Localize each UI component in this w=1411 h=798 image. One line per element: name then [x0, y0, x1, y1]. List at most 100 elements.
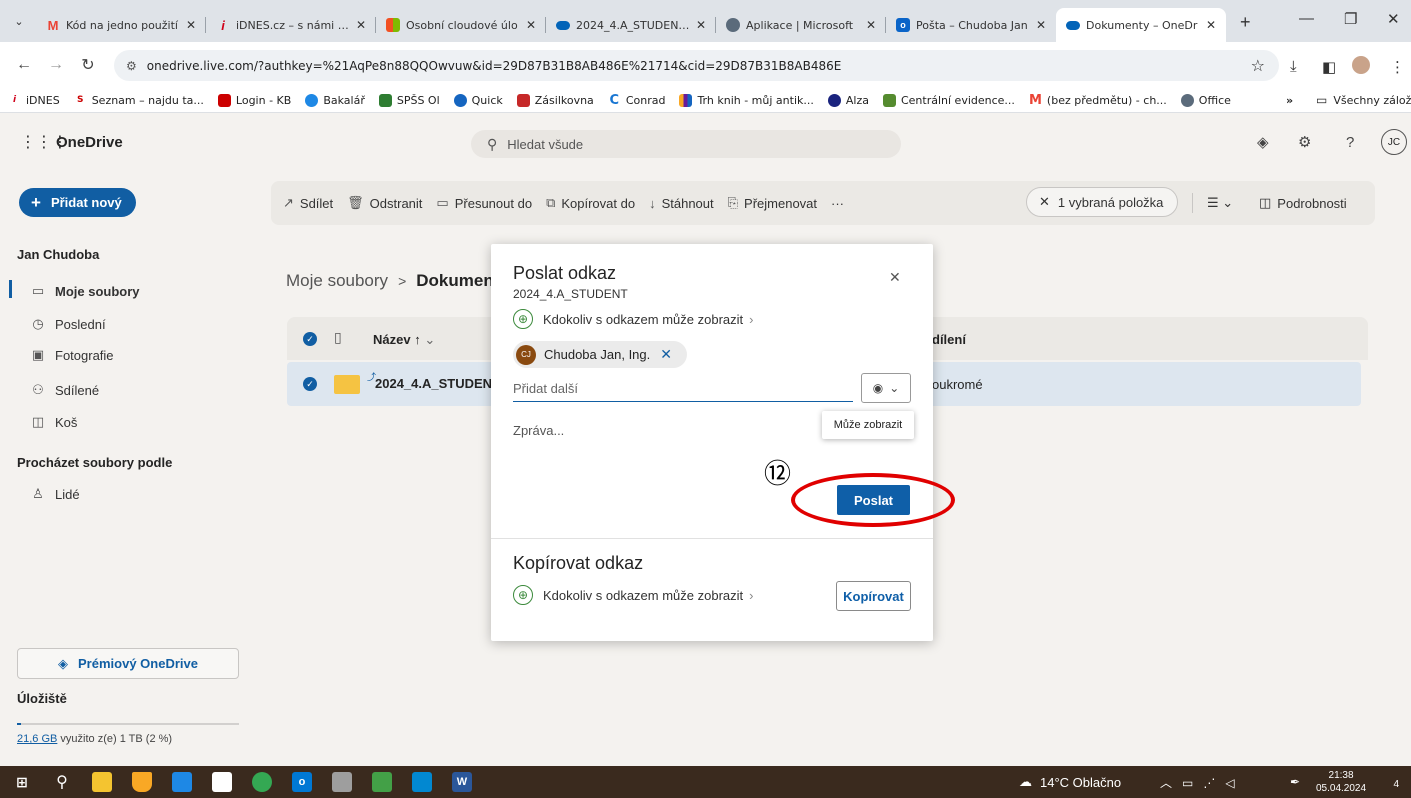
storage-used-link[interactable]: 21,6 GB	[17, 733, 57, 745]
pen-icon[interactable]: ✒	[1290, 775, 1300, 789]
minimize-icon[interactable]: —	[1299, 10, 1314, 27]
bookmark-item[interactable]: Login - KB	[217, 93, 291, 107]
outlook-new-icon[interactable]	[412, 772, 432, 792]
rename-button[interactable]: ⎘ Přejmenovat	[728, 195, 817, 211]
close-tab-icon[interactable]: ✕	[356, 18, 366, 32]
weather-widget[interactable]: ☁ 14°C Oblačno	[1019, 774, 1121, 790]
paint-icon[interactable]	[332, 772, 352, 792]
premium-button[interactable]: ◈ Prémiový OneDrive	[17, 648, 239, 679]
search-icon[interactable]: ⚲	[52, 772, 72, 792]
column-sharing[interactable]: dílení	[932, 332, 966, 347]
sidebar-item-recent[interactable]: ◷ Poslední	[29, 316, 105, 332]
search-input[interactable]: ⚲ Hledat všude	[471, 130, 901, 158]
sidepanel-icon[interactable]: ◧	[1322, 58, 1336, 76]
close-tab-icon[interactable]: ✕	[1036, 18, 1046, 32]
bookmark-item[interactable]: M (bez předmětu) - ch...	[1028, 93, 1167, 108]
restore-icon[interactable]: ❐	[1344, 10, 1357, 28]
browser-tab-active[interactable]: Dokumenty – OneDr ✕	[1056, 8, 1226, 42]
bookmark-item[interactable]: Bakalář	[305, 93, 365, 107]
bookmark-item[interactable]: SPŠS Ol	[378, 93, 440, 107]
download-icon[interactable]: ⤓	[1290, 58, 1297, 75]
outlook-icon[interactable]: o	[292, 772, 312, 792]
chrome-icon[interactable]	[252, 772, 272, 792]
more-actions-button[interactable]: ···	[831, 196, 844, 211]
file-explorer-icon[interactable]	[92, 772, 112, 792]
word-icon[interactable]: W	[452, 772, 472, 792]
bookmark-item[interactable]: Alza	[827, 93, 869, 107]
browser-tab[interactable]: Aplikace | Microsoft ✕	[716, 8, 886, 42]
browser-tab[interactable]: Osobní cloudové úlo ✕	[376, 8, 546, 42]
view-options-button[interactable]: ☰ ⌄	[1207, 195, 1233, 211]
sidebar-item-my-files[interactable]: ▭ Moje soubory	[29, 283, 140, 299]
clear-selection-icon[interactable]: ✕	[1039, 194, 1050, 210]
bookmark-star-icon[interactable]: ☆	[1251, 56, 1265, 76]
close-icon[interactable]: ✕	[889, 269, 901, 286]
close-tab-icon[interactable]: ✕	[186, 18, 196, 32]
move-button[interactable]: ▭ Přesunout do	[436, 195, 532, 211]
bookmark-item[interactable]: Trh knih - můj antik...	[679, 93, 814, 107]
file-name[interactable]: 2024_4.A_STUDENT	[375, 376, 500, 391]
copy-to-button[interactable]: ⧉ Kopírovat do	[546, 195, 635, 211]
sidebar-item-shared[interactable]: ⚇ Sdílené	[29, 382, 99, 398]
system-tray-icons[interactable]: ︿▭⋰◁	[1160, 774, 1245, 791]
notepad-icon[interactable]	[212, 772, 232, 792]
row-checkbox[interactable]: ✓	[303, 377, 317, 391]
url-text[interactable]: onedrive.live.com/?authkey=%21AqPe8n88QQ…	[147, 59, 842, 73]
sidebar-item-photos[interactable]: ▣ Fotografie	[29, 347, 114, 363]
bookmark-item[interactable]: S Seznam – najdu ta...	[73, 93, 204, 107]
premium-diamond-icon[interactable]: ◈	[1257, 133, 1269, 151]
send-button[interactable]: Poslat	[837, 485, 910, 515]
browser-tab[interactable]: o Pošta – Chudoba Jan ✕	[886, 8, 1056, 42]
windows-start-icon[interactable]: ⊞	[12, 772, 32, 792]
remove-recipient-icon[interactable]: ✕	[660, 346, 672, 363]
browser-tab[interactable]: M Kód na jedno použití ✕	[36, 8, 206, 42]
copy-button[interactable]: Kopírovat	[836, 581, 911, 611]
bookmark-item[interactable]: Office	[1180, 93, 1231, 107]
select-all-checkbox[interactable]: ✓	[303, 332, 317, 346]
message-input[interactable]: Zpráva...	[513, 423, 564, 438]
close-window-icon[interactable]: ✕	[1387, 10, 1400, 28]
column-name[interactable]: Název ↑ ⌄	[373, 332, 435, 348]
recipient-chip[interactable]: CJ Chudoba Jan, Ing. ✕	[513, 341, 687, 368]
clock[interactable]: 21:38 05.04.2024	[1316, 769, 1366, 795]
tab-search-chevron-icon[interactable]: ⌄	[6, 8, 32, 34]
settings-icon[interactable]: ⚙	[1298, 133, 1311, 151]
browser-menu-icon[interactable]: ⋮	[1390, 58, 1405, 76]
url-bar[interactable]: ⚙ onedrive.live.com/?authkey=%21AqPe8n88…	[114, 50, 1279, 81]
browser-tab[interactable]: 2024_4.A_STUDENT - ✕	[546, 8, 716, 42]
copy-link-settings-button[interactable]: ⊕ Kdokoliv s odkazem může zobrazit ›	[513, 585, 754, 605]
link-settings-button[interactable]: ⊕ Kdokoliv s odkazem může zobrazit ›	[513, 309, 754, 329]
sidebar-item-people[interactable]: ♙ Lidé	[29, 486, 79, 502]
sidebar-item-trash[interactable]: ◫ Koš	[29, 414, 78, 430]
profile-avatar[interactable]	[1352, 56, 1370, 74]
breadcrumb-root[interactable]: Moje soubory	[286, 271, 388, 291]
close-tab-icon[interactable]: ✕	[866, 18, 876, 32]
close-tab-icon[interactable]: ✕	[696, 18, 706, 32]
forward-icon[interactable]: →	[40, 56, 72, 74]
download-button[interactable]: ↓ Stáhnout	[649, 196, 714, 211]
bookmark-item[interactable]: Centrální evidence...	[882, 93, 1015, 107]
close-tab-icon[interactable]: ✕	[1206, 18, 1216, 32]
avatar[interactable]: JC	[1381, 129, 1407, 155]
app-name[interactable]: OneDrive	[56, 134, 123, 151]
close-tab-icon[interactable]: ✕	[526, 18, 536, 32]
app-icon[interactable]	[132, 772, 152, 792]
new-tab-button[interactable]: +	[1240, 12, 1251, 33]
bookmark-item[interactable]: i iDNES	[8, 93, 60, 107]
back-icon[interactable]: ←	[8, 56, 40, 74]
selection-pill[interactable]: ✕ 1 vybraná položka	[1026, 187, 1178, 217]
share-button[interactable]: ↗ Sdílet	[283, 195, 333, 211]
more-bookmarks-button[interactable]: »	[1286, 94, 1293, 107]
help-icon[interactable]: ?	[1346, 134, 1354, 151]
reload-icon[interactable]: ↻	[72, 55, 104, 75]
details-button[interactable]: ◫ Podrobnosti	[1259, 195, 1347, 211]
add-recipient-input[interactable]: Přidat další	[513, 376, 853, 402]
permission-dropdown[interactable]: ◉ ⌄	[861, 373, 911, 403]
delete-button[interactable]: 🗑︎ Odstranit	[347, 195, 422, 211]
site-info-icon[interactable]: ⚙	[126, 59, 137, 73]
bookmark-item[interactable]: Zásilkovna	[516, 93, 594, 107]
browser-tab[interactable]: i iDNES.cz – s námi víte ✕	[206, 8, 376, 42]
add-new-button[interactable]: + Přidat nový	[19, 188, 136, 217]
notifications-icon[interactable]: 4	[1381, 772, 1399, 790]
bookmark-item[interactable]: C Conrad	[607, 93, 665, 108]
